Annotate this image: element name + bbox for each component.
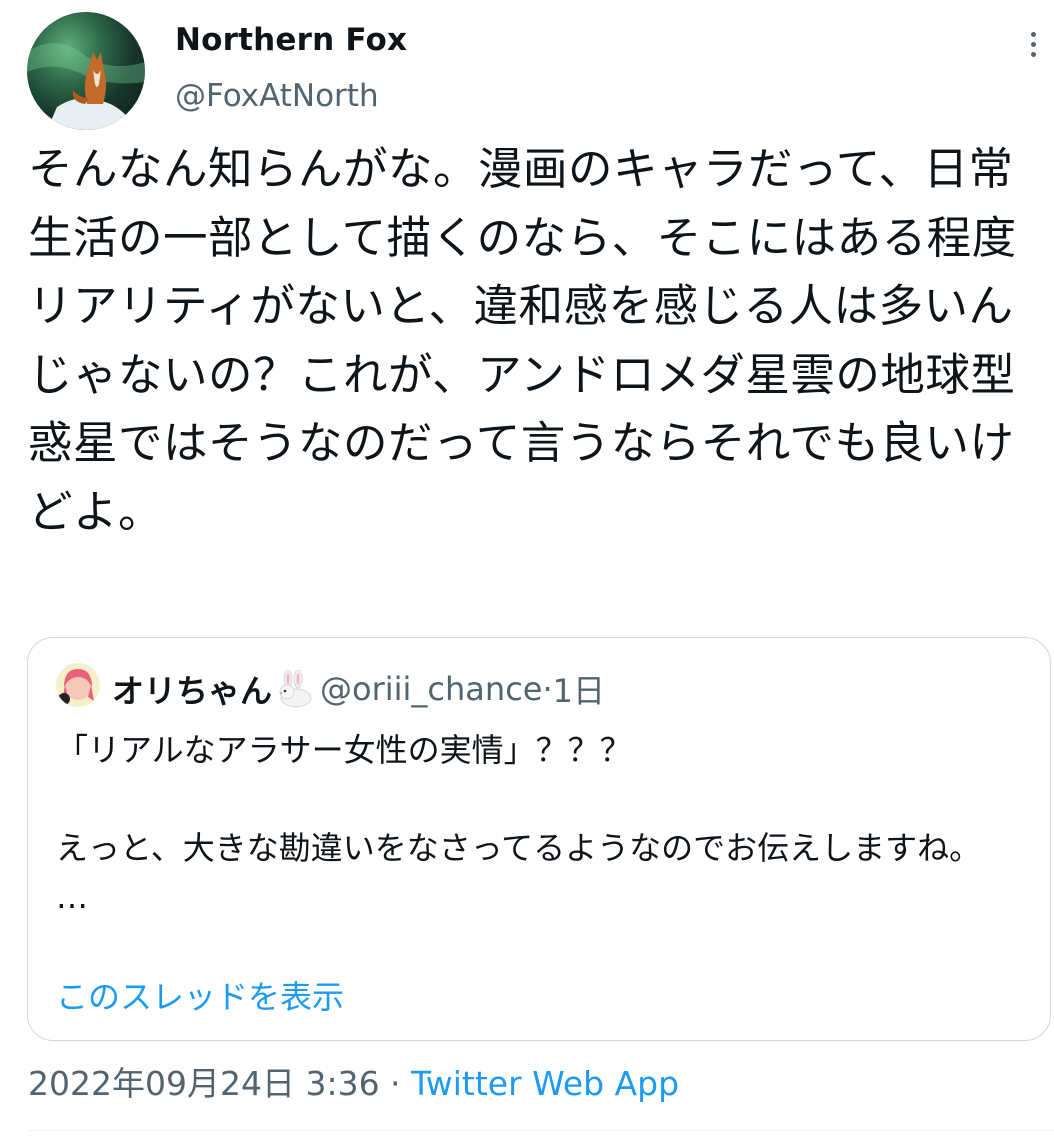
source-app-link[interactable]: Twitter Web App xyxy=(411,1064,679,1103)
fox-avatar-icon xyxy=(27,43,145,130)
show-thread-link[interactable]: このスレッドを表示 xyxy=(56,972,344,1018)
quote-header: オリちゃん @oriii_chance · 1日 xyxy=(112,666,605,712)
author-display-name[interactable]: Northern Fox xyxy=(175,22,407,58)
more-options-icon[interactable] xyxy=(1026,32,1040,62)
quote-time-ago[interactable]: 1日 xyxy=(553,666,605,712)
tweet-meta-row: 2022年09月24日 3:36 · Twitter Web App xyxy=(28,1057,679,1105)
quote-display-name[interactable]: オリちゃん xyxy=(112,666,272,712)
quote-body-text: 「リアルなアラサー女性の実情」？？？ えっと、大きな勘違いをなさってるようなので… xyxy=(56,731,982,916)
tweet-text: そんなん知らんがな。漫画のキャラだって、日常生活の一部として描くのなら、そこには… xyxy=(28,144,1017,538)
rabbit-emoji-icon xyxy=(274,669,314,708)
tweet-timestamp[interactable]: 2022年09月24日 3:36 xyxy=(28,1064,380,1103)
anime-avatar-icon xyxy=(58,669,94,705)
author-handle[interactable]: @FoxAtNorth xyxy=(175,78,379,114)
quote-separator: · xyxy=(542,670,553,708)
quote-handle[interactable]: @oriii_chance xyxy=(320,670,542,708)
meta-separator: · xyxy=(379,1064,412,1103)
quoted-tweet-card[interactable]: オリちゃん @oriii_chance · 1日 「リアルなアラサー女性の実情」… xyxy=(27,637,1051,1041)
quote-author-avatar[interactable] xyxy=(56,663,100,707)
author-avatar[interactable] xyxy=(27,12,145,130)
divider xyxy=(28,1130,1054,1131)
